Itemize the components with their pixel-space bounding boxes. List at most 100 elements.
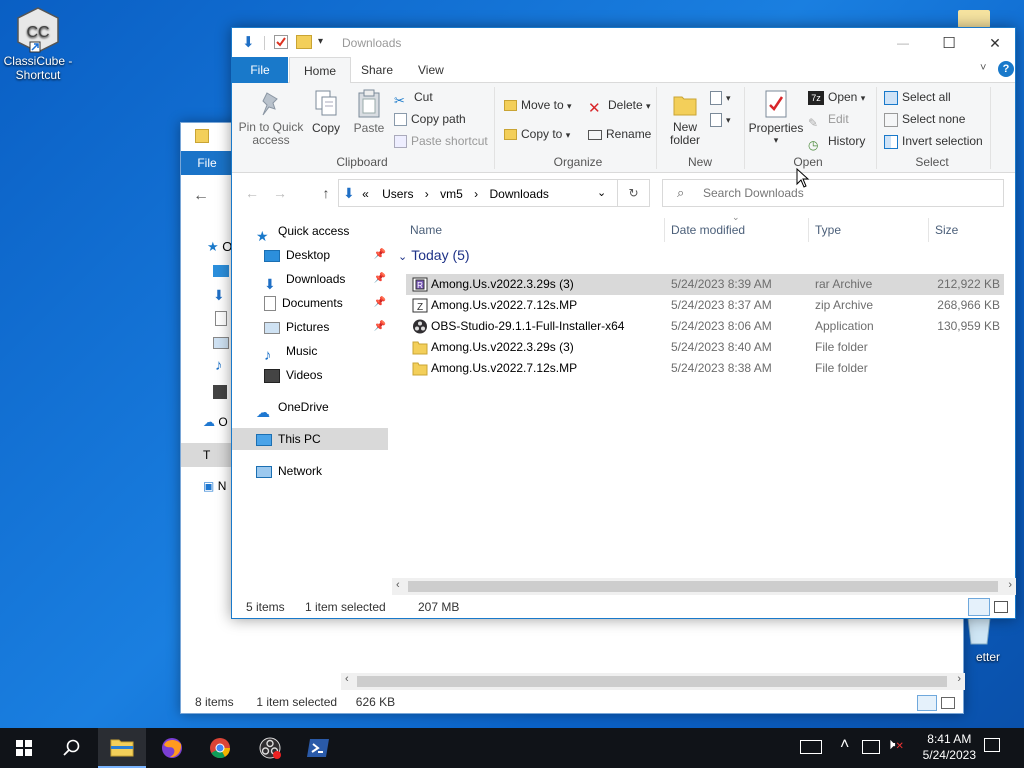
scroll-left-icon[interactable]: ‹ xyxy=(396,579,400,591)
taskbar-obs[interactable] xyxy=(246,728,294,768)
group-header-today[interactable]: ⌄ Today (5) xyxy=(398,247,470,263)
ribbon-separator xyxy=(656,87,657,169)
window-titlebar[interactable]: ⬇ ▾ Downloads — ☐ ✕ xyxy=(232,28,1015,58)
nav-item-documents[interactable]: Documents 📌 xyxy=(264,292,386,314)
minimize-button[interactable]: — xyxy=(880,28,926,58)
back-window-hscroll[interactable]: ‹ › xyxy=(341,673,965,690)
new-item-button[interactable]: ▾ xyxy=(710,87,731,107)
copy-to-button[interactable]: Copy to ▾ xyxy=(504,124,570,144)
properties-button[interactable]: Properties ▾ xyxy=(748,89,804,146)
back-window-file-tab[interactable]: File xyxy=(181,151,233,175)
edit-button[interactable]: ✎ Edit xyxy=(808,109,849,130)
back-window-nav-quick-icon[interactable]: ★ O xyxy=(207,239,232,255)
quick-access-download-icon[interactable]: ⬇ xyxy=(242,33,255,51)
back-window-thumbs-view-icon[interactable] xyxy=(941,697,955,709)
paste-button[interactable]: Paste xyxy=(350,89,388,135)
easy-access-button[interactable]: ▾ xyxy=(710,109,731,129)
pin-icon[interactable]: 📌 xyxy=(374,268,386,290)
tab-view[interactable]: View xyxy=(404,57,458,83)
taskbar-file-explorer[interactable] xyxy=(98,728,146,768)
nav-item-desktop[interactable]: Desktop 📌 xyxy=(264,244,386,266)
taskbar-search-button[interactable] xyxy=(48,728,96,768)
horizontal-scrollbar[interactable]: ‹ › xyxy=(392,578,1016,595)
back-window-onedrive-item[interactable]: ☁ O xyxy=(203,415,228,429)
invert-selection-button[interactable]: Invert selection xyxy=(884,131,983,151)
breadcrumb-downloads[interactable]: Downloads xyxy=(490,187,549,201)
tab-file[interactable]: File xyxy=(232,57,288,83)
qat-new-folder-icon[interactable] xyxy=(296,35,312,49)
back-window-thispc-item[interactable]: T xyxy=(181,443,231,467)
select-all-button[interactable]: Select all xyxy=(884,87,951,107)
column-header-type[interactable]: Type xyxy=(815,219,841,241)
taskbar-clock[interactable]: 8:41 AM 5/24/2023 xyxy=(923,731,976,763)
column-header-date[interactable]: Date modified xyxy=(671,219,745,241)
file-row[interactable]: Z Among.Us.v2022.7.12s.MP 5/24/2023 8:37… xyxy=(406,295,1004,316)
copy-button[interactable]: Copy xyxy=(308,89,344,135)
search-input[interactable]: ⌕ Search Downloads xyxy=(662,179,1004,207)
back-window-status: 8 items 1 item selected 626 KB xyxy=(195,695,395,709)
rename-button[interactable]: Rename xyxy=(588,124,651,144)
back-window-network-item[interactable]: ▣ N xyxy=(203,479,226,493)
breadcrumb-vm5[interactable]: vm5 xyxy=(440,187,463,201)
tray-keyboard-icon[interactable] xyxy=(800,740,822,754)
explorer-window[interactable]: ⬇ ▾ Downloads — ☐ ✕ File Home Share View… xyxy=(231,27,1016,619)
back-window-details-view-icon[interactable] xyxy=(917,695,937,711)
start-button[interactable] xyxy=(0,728,48,768)
tray-chevron-up-icon[interactable]: ˄ xyxy=(840,736,849,754)
nav-item-pictures[interactable]: Pictures 📌 xyxy=(264,316,386,338)
tray-volume-muted-icon[interactable]: 🕨✕ xyxy=(886,736,904,753)
column-header-name[interactable]: Name xyxy=(410,219,442,241)
pin-icon[interactable]: 📌 xyxy=(374,244,386,266)
forward-button[interactable]: → xyxy=(270,183,290,203)
scrollbar-thumb[interactable] xyxy=(408,581,998,592)
column-header-size[interactable]: Size xyxy=(935,219,958,241)
ribbon-collapse-icon[interactable]: ˅ xyxy=(980,62,986,74)
nav-network[interactable]: Network xyxy=(256,460,322,482)
nav-item-videos[interactable]: Videos xyxy=(264,364,322,386)
file-row[interactable]: Among.Us.v2022.7.12s.MP 5/24/2023 8:38 A… xyxy=(406,358,1004,379)
notifications-icon[interactable] xyxy=(984,738,1000,752)
address-bar[interactable]: ⬇ « Users › vm5 › Downloads ⌄ ↻ xyxy=(338,179,650,207)
cut-button[interactable]: ✂ Cut xyxy=(394,87,433,108)
close-button[interactable]: ✕ xyxy=(972,28,1018,58)
back-window-back-arrow-icon[interactable]: ← xyxy=(193,187,209,205)
taskbar-firefox[interactable] xyxy=(148,728,196,768)
maximize-button[interactable]: ☐ xyxy=(926,28,972,58)
copy-path-button[interactable]: Copy path xyxy=(394,109,466,129)
pin-icon[interactable]: 📌 xyxy=(374,316,386,338)
tray-network-icon[interactable] xyxy=(862,740,880,754)
up-button[interactable]: ↑ xyxy=(316,183,336,203)
qat-customize-icon[interactable]: ▾ xyxy=(318,36,323,47)
help-icon[interactable]: ? xyxy=(998,61,1014,77)
paste-shortcut-button[interactable]: Paste shortcut xyxy=(394,131,488,151)
address-dropdown-icon[interactable]: ⌄ xyxy=(597,180,606,206)
back-button[interactable]: ← xyxy=(242,183,262,203)
nav-quick-access[interactable]: ★ Quick access xyxy=(256,220,349,244)
taskbar-chrome[interactable] xyxy=(196,728,244,768)
new-folder-button[interactable]: New folder xyxy=(664,89,706,147)
nav-item-music[interactable]: ♪ Music xyxy=(264,340,317,364)
nav-item-downloads[interactable]: ⬇ Downloads 📌 xyxy=(264,268,386,292)
pin-quick-access-button[interactable]: Pin to Quick access xyxy=(238,89,304,147)
breadcrumb-users[interactable]: Users xyxy=(382,187,413,201)
file-row[interactable]: Among.Us.v2022.3.29s (3) 5/24/2023 8:40 … xyxy=(406,337,1004,358)
history-button[interactable]: ◷ History xyxy=(808,131,865,152)
refresh-button[interactable]: ↻ xyxy=(617,180,649,206)
scroll-right-icon[interactable]: › xyxy=(1008,579,1012,591)
file-row[interactable]: R Among.Us.v2022.3.29s (3) 5/24/2023 8:3… xyxy=(406,274,1004,295)
nav-this-pc[interactable]: This PC xyxy=(232,428,388,450)
taskbar-powershell[interactable] xyxy=(294,728,342,768)
move-to-button[interactable]: Move to ▾ xyxy=(504,95,572,115)
delete-button[interactable]: ✕ Delete ▾ xyxy=(588,95,651,117)
select-none-button[interactable]: Select none xyxy=(884,109,965,129)
pin-icon[interactable]: 📌 xyxy=(374,292,386,314)
tab-share[interactable]: Share xyxy=(347,57,407,83)
large-icons-view-icon[interactable] xyxy=(994,601,1008,613)
open-button[interactable]: 7z Open ▾ xyxy=(808,87,865,107)
tab-home[interactable]: Home xyxy=(289,57,352,84)
nav-onedrive[interactable]: ☁ OneDrive xyxy=(256,396,329,420)
desktop-shortcut-classicube[interactable]: CC ClassiCube - Shortcut xyxy=(0,6,76,82)
qat-properties-icon[interactable] xyxy=(274,35,288,49)
details-view-icon[interactable] xyxy=(968,598,990,616)
file-row[interactable]: OBS-Studio-29.1.1-Full-Installer-x64 5/2… xyxy=(406,316,1004,337)
